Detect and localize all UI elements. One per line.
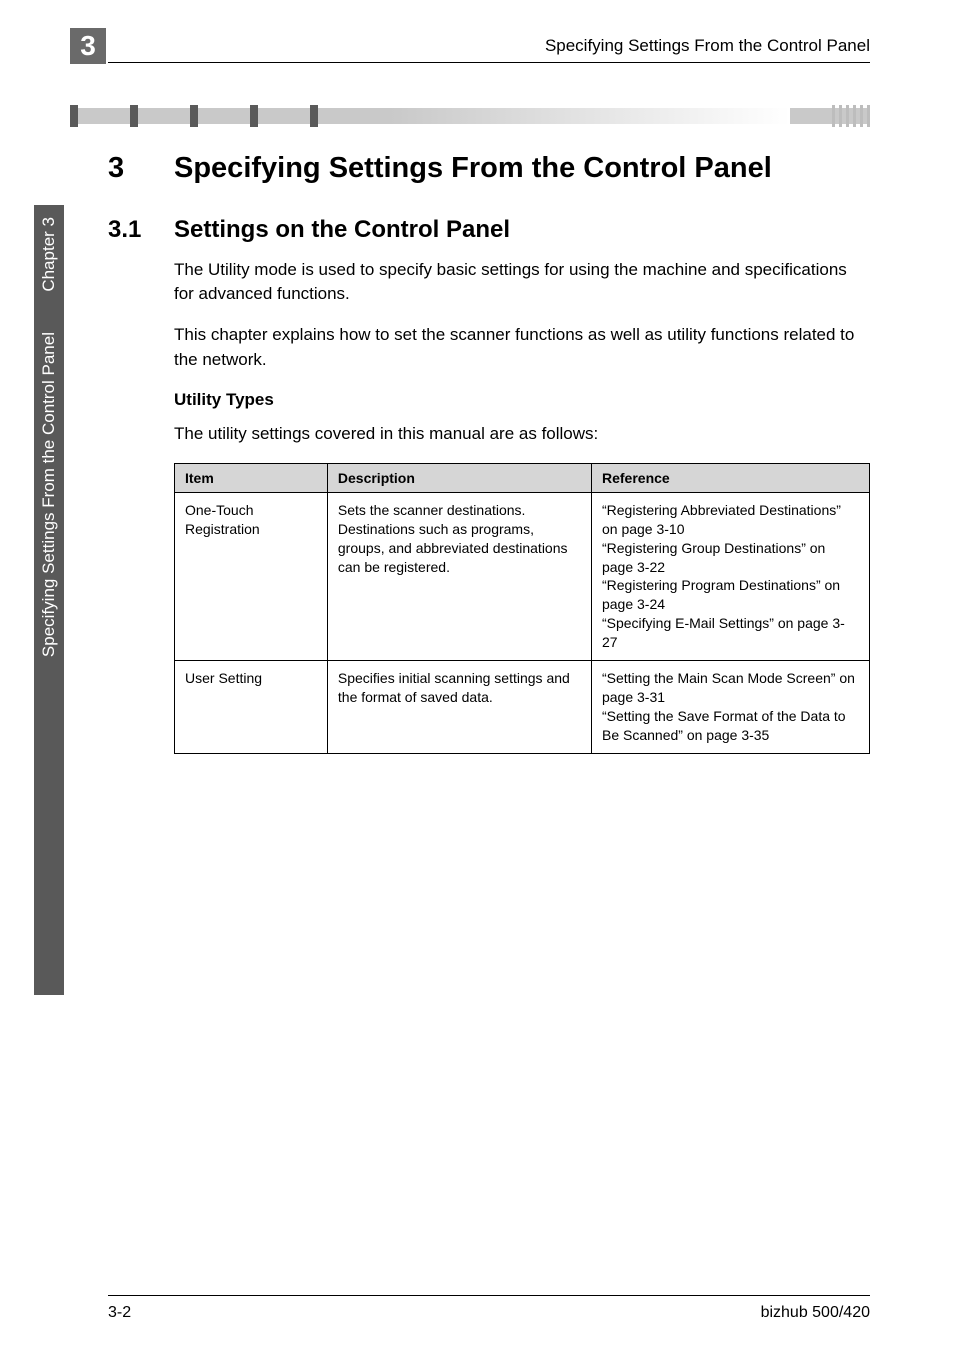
section-title-text: Specifying Settings From the Control Pan… xyxy=(174,150,772,188)
paragraph-2: This chapter explains how to set the sca… xyxy=(174,323,870,372)
footer-page-number: 3-2 xyxy=(108,1304,131,1322)
cell-description: Specifies initial scanning settings and … xyxy=(327,661,591,754)
table-header-row: Item Description Reference xyxy=(175,463,870,492)
chapter-number: 3 xyxy=(80,30,96,62)
table-row: One-Touch Registration Sets the scanner … xyxy=(175,492,870,660)
footer-model: bizhub 500/420 xyxy=(761,1304,870,1322)
chapter-number-tab: 3 xyxy=(70,28,106,64)
side-tab-title: Specifying Settings From the Control Pan… xyxy=(39,332,59,657)
subsection-number: 3.1 xyxy=(108,216,174,244)
th-reference: Reference xyxy=(591,463,869,492)
section-title: 3 Specifying Settings From the Control P… xyxy=(108,150,870,188)
subsection-title: 3.1 Settings on the Control Panel xyxy=(108,216,870,244)
cell-item: One-Touch Registration xyxy=(175,492,328,660)
cell-reference: “Registering Abbreviated Destinations” o… xyxy=(591,492,869,660)
th-description: Description xyxy=(327,463,591,492)
section-number: 3 xyxy=(108,150,174,188)
cell-description: Sets the scanner destinations. Destinati… xyxy=(327,492,591,660)
footer-rule xyxy=(108,1295,870,1296)
ornament-bar xyxy=(70,105,870,127)
table-row: User Setting Specifies initial scanning … xyxy=(175,661,870,754)
cell-item: User Setting xyxy=(175,661,328,754)
utility-types-heading: Utility Types xyxy=(174,390,870,410)
subsection-title-text: Settings on the Control Panel xyxy=(174,216,510,244)
running-header: Specifying Settings From the Control Pan… xyxy=(545,36,870,56)
content-area: 3 Specifying Settings From the Control P… xyxy=(108,150,870,754)
header-rule xyxy=(108,62,870,63)
side-tab: Chapter 3 Specifying Settings From the C… xyxy=(34,205,64,995)
utility-table: Item Description Reference One-Touch Reg… xyxy=(174,463,870,754)
th-item: Item xyxy=(175,463,328,492)
side-tab-chapter: Chapter 3 xyxy=(39,217,59,292)
utility-intro: The utility settings covered in this man… xyxy=(174,422,870,447)
paragraph-1: The Utility mode is used to specify basi… xyxy=(174,258,870,307)
cell-reference: “Setting the Main Scan Mode Screen” on p… xyxy=(591,661,869,754)
body-text: The Utility mode is used to specify basi… xyxy=(174,258,870,754)
